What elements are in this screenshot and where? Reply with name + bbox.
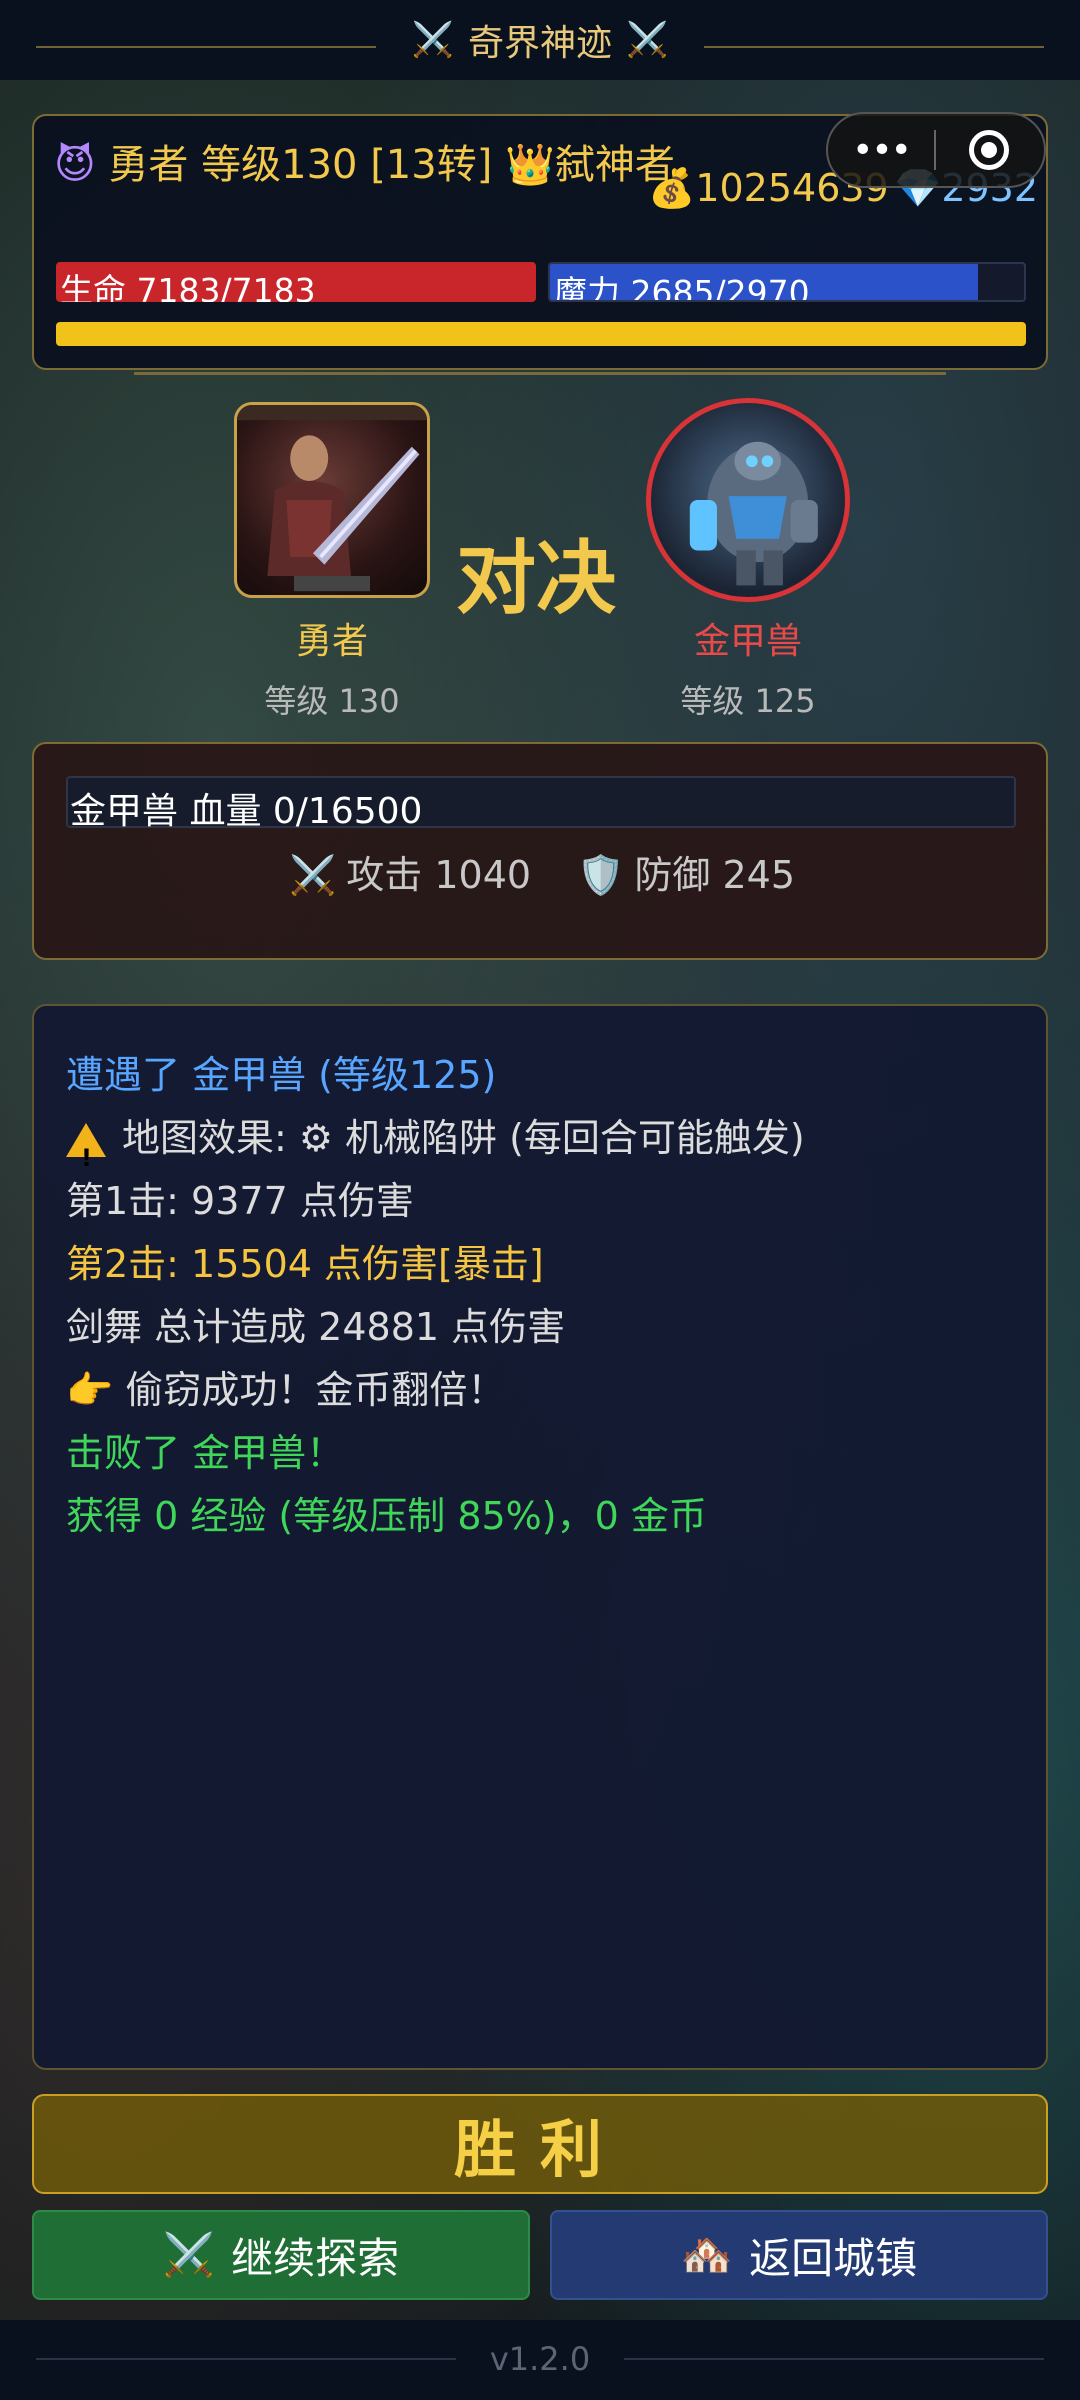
app-title: ⚔️ 奇界神迹 ⚔️	[412, 14, 669, 66]
enemy-defense-label: 防御 245	[634, 853, 796, 897]
battle-arena: 对决 勇者 等级 130 金甲兽 等级 125	[0, 380, 1080, 730]
monster-avatar	[646, 398, 850, 602]
log-line-4: 第2击: 15504 点伤害[暴击]	[66, 1233, 1014, 1296]
panel-divider	[134, 372, 946, 375]
crossed-swords-icon: ⚔️	[162, 2230, 216, 2279]
crossed-swords-icon: ⚔️	[288, 853, 337, 897]
more-menu-button[interactable]: •••	[828, 130, 934, 171]
log-line-6: 👉 偷窃成功！金币翻倍！	[66, 1359, 1014, 1422]
enemy-attack-label: 攻击 1040	[346, 853, 532, 897]
log-line-3: 第1击: 9377 点伤害	[66, 1170, 1014, 1233]
devil-icon: 😈	[54, 142, 96, 188]
battle-log: 遭遇了 金甲兽 (等级125) 地图效果: ⚙ 机械陷阱 (每回合可能触发) 第…	[32, 1004, 1048, 2070]
hero-level: 等级 130	[264, 682, 400, 720]
shield-icon: 🛡️	[577, 853, 625, 897]
versus-label: 对决	[456, 532, 616, 625]
continue-explore-button[interactable]: ⚔️ 继续探索	[32, 2210, 530, 2300]
log-text: 地图效果: ⚙ 机械陷阱 (每回合可能触发)	[122, 1116, 805, 1160]
monster-name: 金甲兽	[693, 621, 802, 662]
warning-icon	[66, 1123, 106, 1190]
player-mp-bar: 魔力 2685/2970	[548, 262, 1026, 302]
log-text: 👉 偷窃成功！金币翻倍！	[66, 1368, 506, 1412]
crossed-swords-icon: ⚔️	[411, 20, 454, 60]
houses-icon: 🏘️	[680, 2230, 734, 2279]
footer: v1.2.0	[0, 2320, 1080, 2400]
close-miniprogram-button[interactable]	[936, 130, 1042, 170]
header-divider-right	[704, 46, 1044, 48]
log-line-5: 剑舞 总计造成 24881 点伤害	[66, 1296, 1014, 1359]
hero-name: 勇者	[295, 621, 368, 662]
log-text: 遭遇了 金甲兽 (等级125)	[66, 1053, 497, 1097]
header-divider-left	[36, 46, 376, 48]
miniprogram-capsule: •••	[826, 112, 1046, 188]
log-text: 第1击: 9377 点伤害	[66, 1179, 414, 1223]
app-header: ⚔️ 奇界神迹 ⚔️	[0, 0, 1080, 80]
log-line-8: 获得 0 经验 (等级压制 85%)，0 金币	[66, 1485, 1014, 1548]
return-town-label: 返回城镇	[749, 2233, 918, 2283]
return-town-button[interactable]: 🏘️ 返回城镇	[550, 2210, 1048, 2300]
player-xp-bar	[56, 322, 1026, 346]
log-text: 剑舞 总计造成 24881 点伤害	[66, 1305, 566, 1349]
enemy-info-panel: 金甲兽 血量 0/16500 ⚔️ 攻击 1040 🛡️ 防御 245	[32, 742, 1048, 960]
enemy-stats: ⚔️ 攻击 1040 🛡️ 防御 245	[34, 844, 1050, 899]
footer-divider-right	[624, 2358, 1044, 2360]
log-text: 第2击: 15504 点伤害[暴击]	[66, 1242, 544, 1286]
monster-level: 等级 125	[680, 682, 816, 720]
log-text: 击败了 金甲兽！	[66, 1431, 345, 1475]
app-title-text: 奇界神迹	[467, 23, 612, 64]
log-line-1: 遭遇了 金甲兽 (等级125)	[66, 1044, 1014, 1107]
enemy-hp-bar: 金甲兽 血量 0/16500	[66, 776, 1016, 832]
crossed-swords-icon: ⚔️	[626, 20, 669, 60]
player-xp-fill	[56, 322, 1026, 346]
player-hp-bar: 生命 7183/7183	[56, 262, 536, 302]
continue-explore-label: 继续探索	[231, 2233, 400, 2283]
player-hp-label: 生命 7183/7183	[60, 271, 316, 302]
player-mp-label: 魔力 2685/2970	[554, 273, 810, 302]
enemy-attack-stat: ⚔️ 攻击 1040	[289, 844, 531, 899]
enemy-defense-stat: 🛡️ 防御 245	[577, 844, 795, 899]
target-icon	[969, 130, 1009, 170]
log-line-2: 地图效果: ⚙ 机械陷阱 (每回合可能触发)	[66, 1107, 1014, 1190]
hero-avatar	[234, 402, 430, 598]
player-name-line: 😈 勇者 等级130 [13转] 👑弑神者	[54, 136, 694, 194]
player-title: 勇者 等级130 [13转] 👑弑神者	[108, 142, 675, 188]
log-text: 获得 0 经验 (等级压制 85%)，0 金币	[66, 1494, 707, 1538]
log-line-7: 击败了 金甲兽！	[66, 1422, 1014, 1485]
enemy-hp-label: 金甲兽 血量 0/16500	[70, 791, 423, 832]
victory-banner: 胜利	[32, 2094, 1048, 2194]
